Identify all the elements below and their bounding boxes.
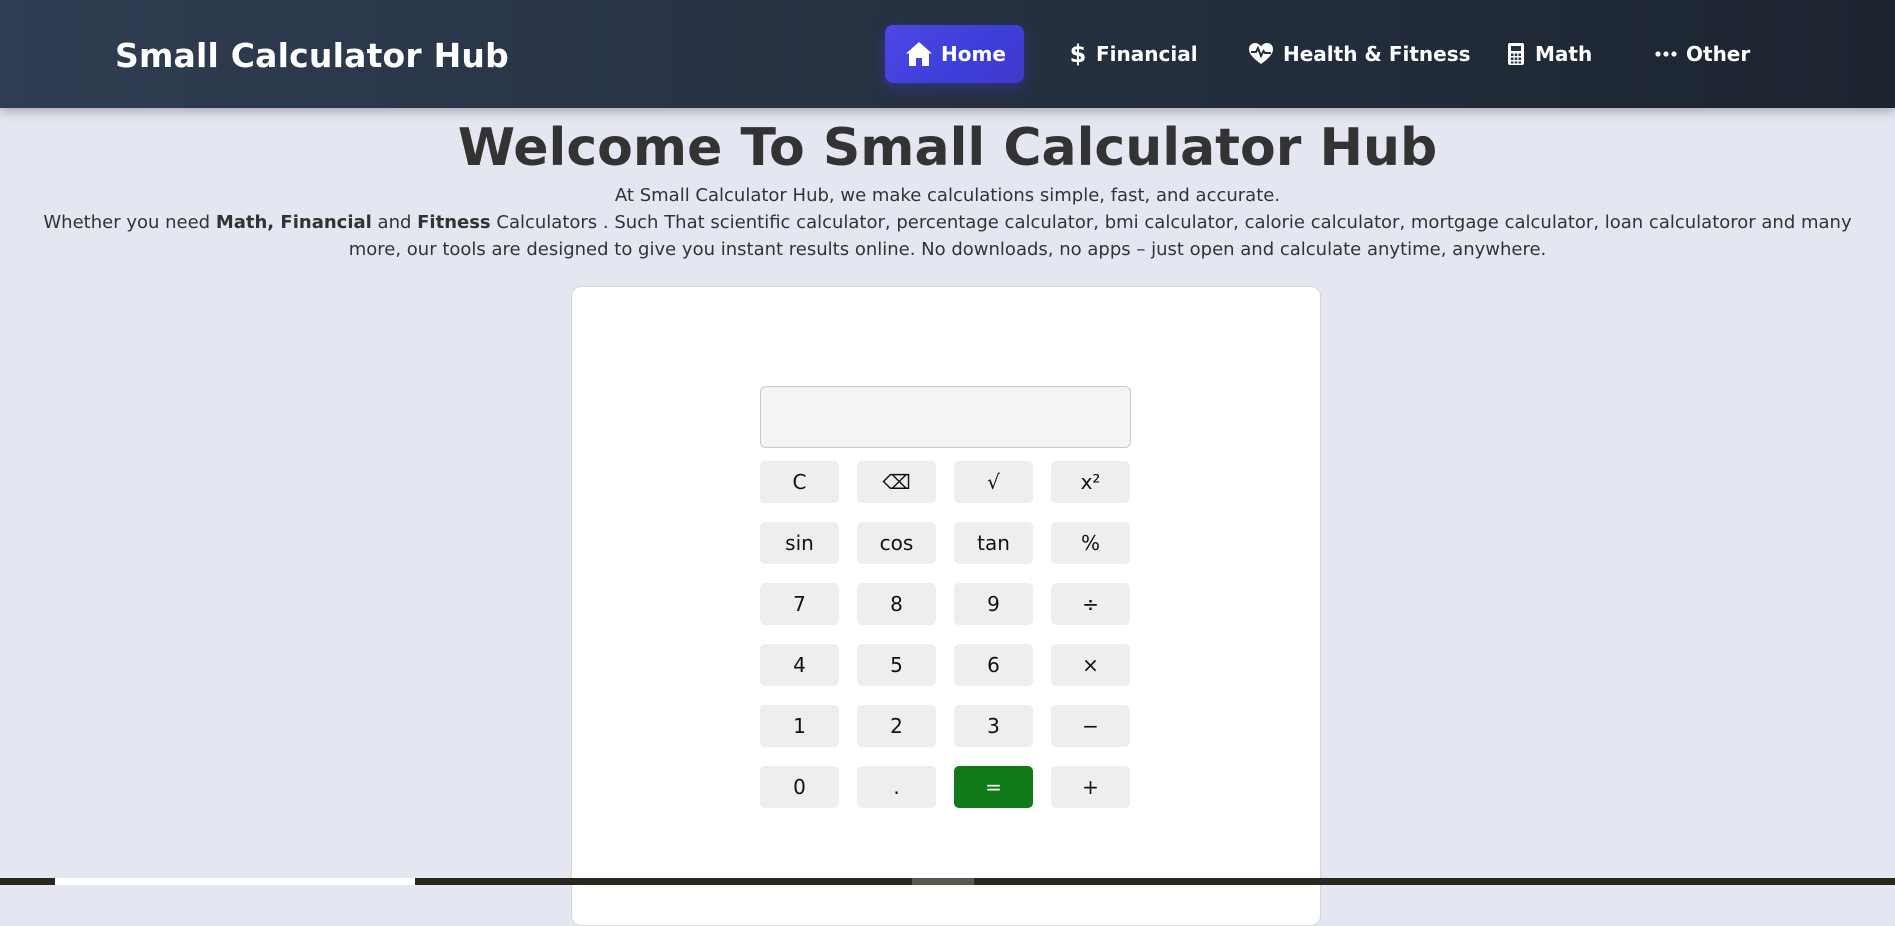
heartbeat-icon (1247, 40, 1275, 68)
bottom-strip-segment (912, 878, 974, 885)
site-header: Small Calculator Hub Home $ Financial He… (0, 0, 1895, 108)
page-title: Welcome To Small Calculator Hub (457, 118, 1438, 178)
intro-text: At Small Calculator Hub, we make calcula… (40, 182, 1855, 263)
key-multiply[interactable]: × (1051, 644, 1130, 686)
ellipsis-icon (1654, 40, 1678, 68)
calculator-icon (1505, 40, 1527, 68)
nav-other-label: Other (1686, 42, 1751, 66)
nav-home[interactable]: Home (885, 25, 1024, 83)
key-sin[interactable]: sin (760, 522, 839, 564)
key-percent[interactable]: % (1051, 522, 1130, 564)
key-4[interactable]: 4 (760, 644, 839, 686)
calculator-keypad: C ⌫ √ x² sin cos tan % 7 8 9 ÷ 4 5 6 × 1… (760, 461, 1131, 808)
key-equals[interactable]: = (954, 766, 1033, 808)
key-decimal[interactable]: . (857, 766, 936, 808)
bottom-strip-segment (55, 878, 415, 885)
key-5[interactable]: 5 (857, 644, 936, 686)
nav-financial[interactable]: $ Financial (1068, 25, 1198, 83)
nav-home-label: Home (941, 42, 1006, 66)
key-divide[interactable]: ÷ (1051, 583, 1130, 625)
dollar-icon: $ (1069, 40, 1087, 68)
key-1[interactable]: 1 (760, 705, 839, 747)
key-square[interactable]: x² (1051, 461, 1130, 503)
nav-math[interactable]: Math (1505, 25, 1592, 83)
key-add[interactable]: + (1051, 766, 1130, 808)
home-icon (905, 40, 933, 68)
key-7[interactable]: 7 (760, 583, 839, 625)
key-subtract[interactable]: − (1051, 705, 1130, 747)
key-sqrt[interactable]: √ (954, 461, 1033, 503)
intro-line-2-mid: and (371, 212, 418, 233)
brand-logo-text[interactable]: Small Calculator Hub (115, 36, 509, 75)
key-cos[interactable]: cos (857, 522, 936, 564)
key-8[interactable]: 8 (857, 583, 936, 625)
key-backspace[interactable]: ⌫ (857, 461, 936, 503)
key-3[interactable]: 3 (954, 705, 1033, 747)
key-2[interactable]: 2 (857, 705, 936, 747)
key-tan[interactable]: tan (954, 522, 1033, 564)
nav-health-fitness-label: Health & Fitness (1283, 42, 1471, 66)
key-0[interactable]: 0 (760, 766, 839, 808)
calculator-display[interactable] (760, 386, 1131, 448)
intro-line-1: At Small Calculator Hub, we make calcula… (614, 185, 1281, 206)
intro-line-2-prefix: Whether you need (43, 212, 216, 233)
intro-bold-fitness: Fitness (417, 212, 491, 233)
intro-bold-math-financial: Math, Financial (215, 212, 372, 233)
nav-math-label: Math (1535, 42, 1593, 66)
bottom-strip (0, 878, 1895, 885)
intro-line-2-suffix: Calculators . Such That scientific calcu… (348, 212, 1852, 260)
nav-financial-label: Financial (1096, 42, 1198, 66)
key-clear[interactable]: C (760, 461, 839, 503)
key-6[interactable]: 6 (954, 644, 1033, 686)
intro-line-2: Whether you need Math, Financial and Fit… (40, 209, 1855, 263)
key-9[interactable]: 9 (954, 583, 1033, 625)
nav-health-fitness[interactable]: Health & Fitness (1247, 25, 1471, 83)
nav-other[interactable]: Other (1654, 25, 1750, 83)
